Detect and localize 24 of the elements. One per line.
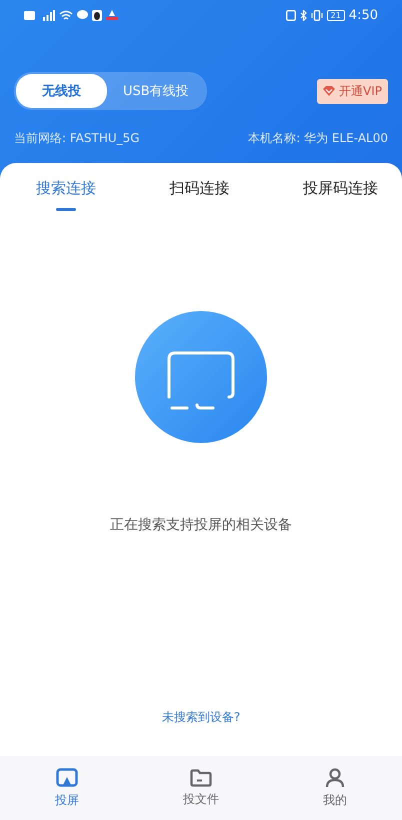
nav-item[interactable]: 投文件 xyxy=(161,768,241,808)
vip-button[interactable]: 开通VIP xyxy=(317,78,388,104)
bluetooth-icon xyxy=(300,10,307,20)
tab[interactable]: 搜索连接 xyxy=(36,179,96,211)
mode-tab[interactable]: 无线投 xyxy=(16,74,107,108)
gem-icon xyxy=(323,86,336,96)
vibrate-icon xyxy=(310,10,323,20)
mode-tab[interactable]: USB有线投 xyxy=(107,74,205,108)
searching-status-text: 正在搜索支持投屏的相关设备 xyxy=(110,516,292,534)
nav-item[interactable]: 投屏 xyxy=(27,768,107,808)
wifi-icon xyxy=(59,10,73,20)
tab[interactable]: 扫码连接 xyxy=(170,179,230,211)
network-label: 当前网络: FASTHU_5G xyxy=(14,130,140,147)
battery-icon: 21 xyxy=(326,10,345,20)
screen-icon xyxy=(135,311,267,443)
chat-icon xyxy=(77,10,88,20)
device-name-label: 本机名称: 华为 ELE-AL00 xyxy=(248,130,388,147)
nav-item[interactable]: 我的 xyxy=(295,768,375,808)
status-time: 4:50 xyxy=(348,8,378,22)
no-device-link[interactable]: 未搜索到设备? xyxy=(162,709,240,726)
folder-icon xyxy=(190,768,212,786)
cast-icon xyxy=(56,768,78,788)
person-icon xyxy=(325,768,345,788)
tab[interactable]: 投屏码连接 xyxy=(303,179,378,211)
